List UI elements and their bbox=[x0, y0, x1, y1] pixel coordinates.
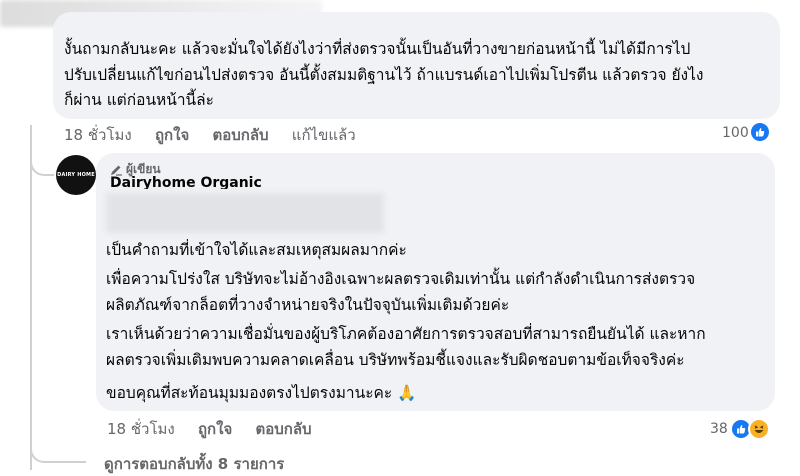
reply-line: ขอบคุณที่สะท้อนมุมมองตรงไปตรงมานะคะ 🙏 bbox=[106, 384, 417, 402]
avatar[interactable]: DAIRY HOME bbox=[56, 155, 96, 195]
reply-line: ผลิตภัณฑ์จากล็อตที่วางจำหน่ายจริงในปัจจุ… bbox=[106, 296, 510, 314]
reply-paragraph: เพื่อความโปร่งใส บริษัทจะไม่อ้างอิงเฉพาะ… bbox=[106, 266, 771, 318]
reply-time[interactable]: 18 ชั่วโมง bbox=[107, 417, 175, 441]
haha-reaction-icon bbox=[748, 418, 770, 440]
reply-line: เราเห็นด้วยว่าความเชื่อมั่นของผู้บริโภคต… bbox=[106, 325, 706, 343]
comment-text: งั้นถามกลับนะคะ แล้วจะมั่นใจได้ยังไงว่าท… bbox=[64, 37, 774, 114]
thread-connector bbox=[30, 140, 54, 176]
like-button[interactable]: ถูกใจ bbox=[198, 417, 232, 441]
blurred-region bbox=[106, 193, 384, 233]
edited-label: แก้ไขแล้ว bbox=[291, 126, 356, 144]
view-more-replies[interactable]: ดูการตอบกลับทั้ง 8 รายการ bbox=[104, 452, 284, 476]
comment-line: ก็ผ่าน แต่ก่อนหน้านี้ล่ะ bbox=[64, 91, 214, 109]
reply-button[interactable]: ตอบกลับ bbox=[255, 417, 311, 441]
reply-line: เพื่อความโปร่งใส บริษัทจะไม่อ้างอิงเฉพาะ… bbox=[106, 270, 696, 288]
reaction-count[interactable]: 100 bbox=[722, 125, 749, 141]
comment-time[interactable]: 18 ชั่วโมง bbox=[64, 123, 132, 147]
reply-paragraph: ขอบคุณที่สะท้อนมุมมองตรงไปตรงมานะคะ 🙏 bbox=[106, 380, 771, 406]
reply-button[interactable]: ตอบกลับ bbox=[212, 123, 268, 147]
comment-line: ปรับเปลี่ยนแก้ไขก่อนไปส่งตรวจ อันนี้ตั้ง… bbox=[64, 65, 704, 84]
reaction-count[interactable]: 38 bbox=[710, 421, 728, 437]
reply-line: เป็นคำถามที่เข้าใจได้และสมเหตุสมผลมากค่ะ bbox=[106, 241, 407, 259]
reply-paragraph: เราเห็นด้วยว่าความเชื่อมั่นของผู้บริโภคต… bbox=[106, 321, 771, 373]
thread-line bbox=[30, 125, 32, 470]
comment-actions: 18 ชั่วโมง ถูกใจ ตอบกลับ แก้ไขแล้ว bbox=[64, 123, 356, 147]
pen-icon bbox=[111, 165, 122, 176]
like-reaction-icon bbox=[749, 121, 771, 143]
reply-line: ผลตรวจเพิ่มเติมพบความคลาดเคลื่อน บริษัทพ… bbox=[106, 351, 685, 369]
like-button[interactable]: ถูกใจ bbox=[155, 123, 189, 147]
reply-paragraph: เป็นคำถามที่เข้าใจได้และสมเหตุสมผลมากค่ะ bbox=[106, 237, 771, 263]
author-name[interactable]: Dairyhome Organic bbox=[110, 175, 262, 189]
thread-connector bbox=[30, 430, 86, 463]
reply-actions: 18 ชั่วโมง ถูกใจ ตอบกลับ bbox=[107, 417, 312, 441]
comment-line: งั้นถามกลับนะคะ แล้วจะมั่นใจได้ยังไงว่าท… bbox=[64, 40, 691, 58]
